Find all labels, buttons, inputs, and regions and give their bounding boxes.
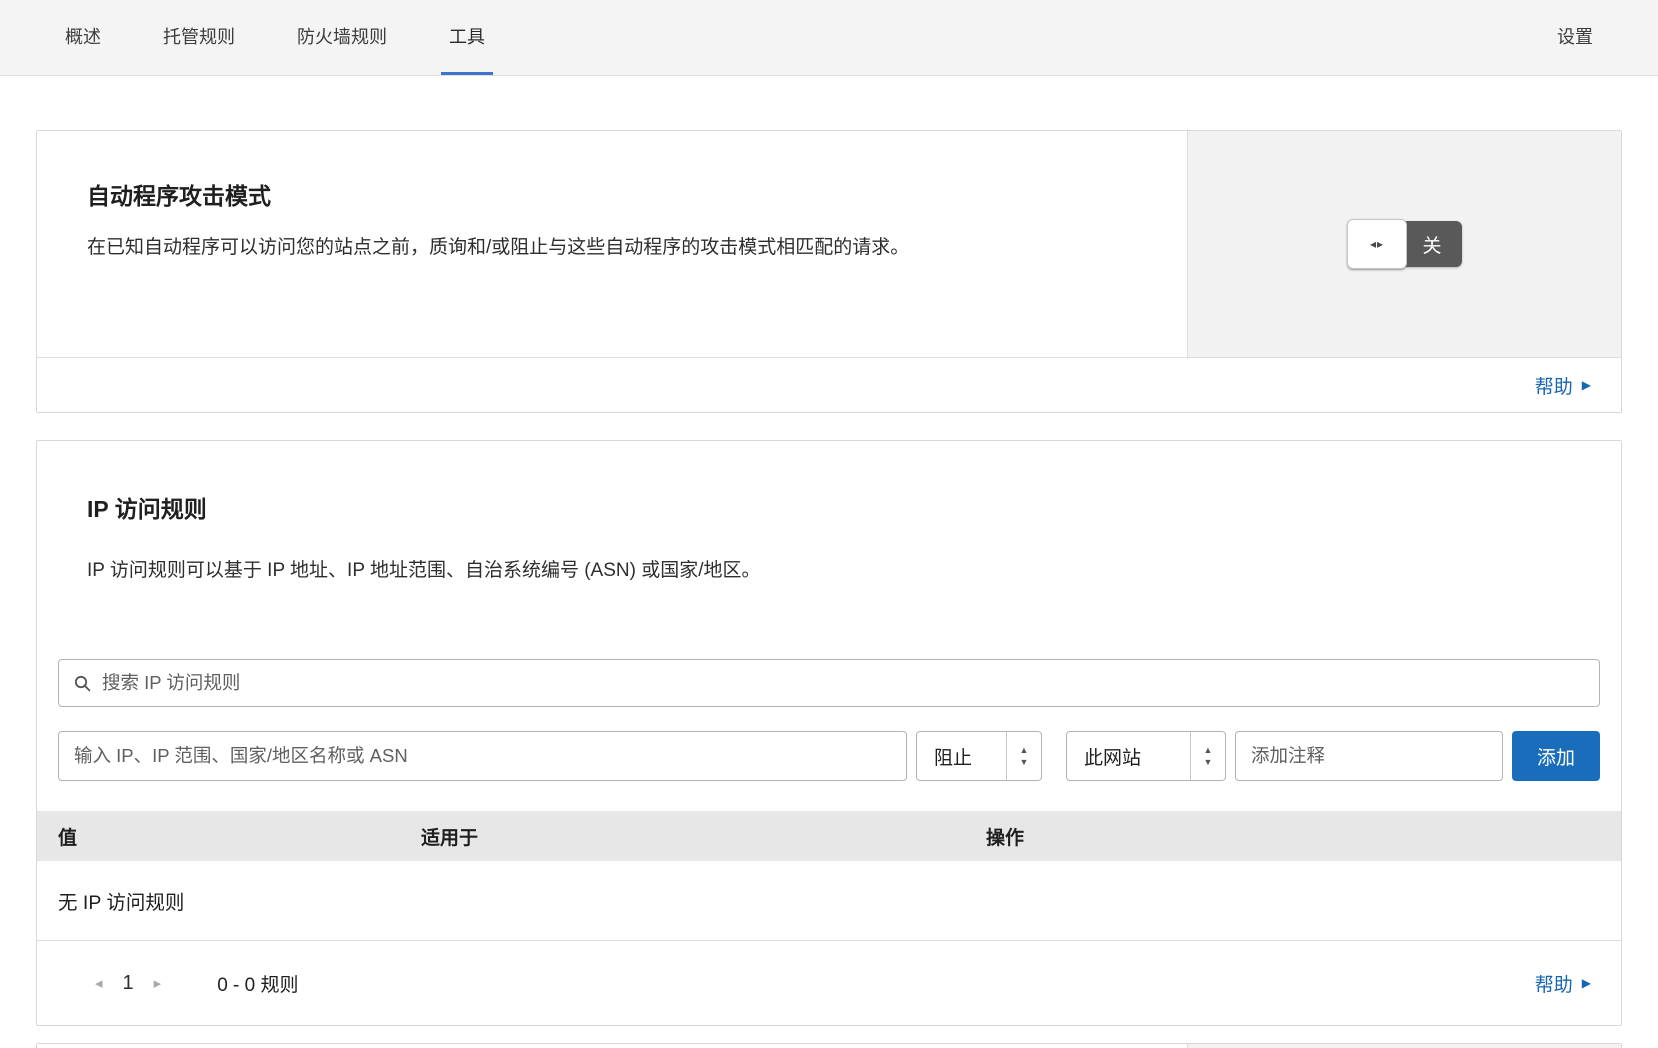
chevron-right-icon: ▶ [1582,977,1591,989]
help-label: 帮助 [1535,970,1573,997]
tabs-nav: 概述 托管规则 防火墙规则 工具 [57,0,493,75]
column-header-applies-to: 适用于 [421,823,986,850]
topbar-right: 设置 [1549,0,1601,75]
pagination-prev-icon[interactable]: ◂ [79,974,119,992]
tab-tools[interactable]: 工具 [441,0,493,75]
bot-fight-help-link[interactable]: 帮助 ▶ [1535,372,1591,399]
rules-table-empty-row: 无 IP 访问规则 [37,861,1621,941]
column-header-actions: 操作 [986,823,1600,850]
action-select-value: 阻止 [917,732,1006,780]
ip-value-input[interactable] [58,731,907,781]
add-rule-row: 阻止 ▲▼ 此网站 ▲▼ 添加 [58,731,1600,781]
pagination-next-icon[interactable]: ▸ [138,974,178,992]
firewall-tools-page: 概述 托管规则 防火墙规则 工具 设置 自动程序攻击模式 在已知自动程序可以访问… [0,0,1658,1048]
bot-fight-mode-title: 自动程序攻击模式 [87,177,1137,211]
bot-fight-mode-toggle[interactable]: ◂▸ 关 [1347,219,1462,269]
stepper-arrows-icon[interactable]: ▲▼ [1006,732,1041,780]
ip-access-rules-description: IP 访问规则可以基于 IP 地址、IP 地址范围、自治系统编号 (ASN) 或… [87,554,1022,587]
pagination-range-text: 0 - 0 规则 [217,970,298,997]
pagination-row: ◂ 1 ▸ 0 - 0 规则 帮助 ▶ [37,941,1621,1025]
note-input[interactable] [1235,731,1503,781]
search-input[interactable] [102,672,1584,694]
toggle-handle-icon[interactable]: ◂▸ [1347,219,1407,269]
column-header-value: 值 [58,823,421,850]
next-card-partial [36,1043,1622,1048]
ip-access-rules-head: IP 访问规则 IP 访问规则可以基于 IP 地址、IP 地址范围、自治系统编号… [37,441,1621,587]
ip-access-rules-card: IP 访问规则 IP 访问规则可以基于 IP 地址、IP 地址范围、自治系统编号… [36,440,1622,1026]
next-card-content [37,1044,1187,1048]
tab-bar: 概述 托管规则 防火墙规则 工具 设置 [0,0,1658,76]
bot-fight-mode-card: 自动程序攻击模式 在已知自动程序可以访问您的站点之前，质询和/或阻止与这些自动程… [36,130,1622,413]
scope-select[interactable]: 此网站 ▲▼ [1066,731,1226,781]
next-card-side-panel [1187,1044,1621,1048]
action-select[interactable]: 阻止 ▲▼ [916,731,1042,781]
bot-fight-mode-content: 自动程序攻击模式 在已知自动程序可以访问您的站点之前，质询和/或阻止与这些自动程… [37,131,1187,357]
pagination-current-page: 1 [119,972,138,995]
stepper-arrows-icon[interactable]: ▲▼ [1190,732,1225,780]
ip-access-rules-title: IP 访问规则 [87,490,1571,524]
scope-select-value: 此网站 [1067,732,1190,780]
search-box [58,659,1600,707]
bot-fight-mode-description: 在已知自动程序可以访问您的站点之前，质询和/或阻止与这些自动程序的攻击模式相匹配… [87,231,1022,264]
search-icon [74,675,91,692]
chevron-right-icon: ▶ [1582,379,1591,391]
ip-access-rules-controls: 阻止 ▲▼ 此网站 ▲▼ 添加 [37,659,1621,781]
help-label: 帮助 [1535,372,1573,399]
tab-overview[interactable]: 概述 [57,0,109,75]
tab-settings[interactable]: 设置 [1549,0,1601,75]
rules-table-header: 值 适用于 操作 [37,811,1621,861]
tab-firewall-rules[interactable]: 防火墙规则 [289,0,395,75]
tab-managed-rules[interactable]: 托管规则 [155,0,243,75]
bot-fight-mode-footer: 帮助 ▶ [37,357,1621,412]
add-rule-button[interactable]: 添加 [1512,731,1600,781]
toggle-state-label: 关 [1402,221,1462,267]
bot-fight-mode-body: 自动程序攻击模式 在已知自动程序可以访问您的站点之前，质询和/或阻止与这些自动程… [37,131,1621,357]
ip-rules-help-link[interactable]: 帮助 ▶ [1535,970,1591,997]
toggle-arrows-icon: ◂▸ [1370,237,1384,251]
bot-fight-mode-toggle-panel: ◂▸ 关 [1187,131,1621,357]
empty-state-text: 无 IP 访问规则 [58,886,184,915]
